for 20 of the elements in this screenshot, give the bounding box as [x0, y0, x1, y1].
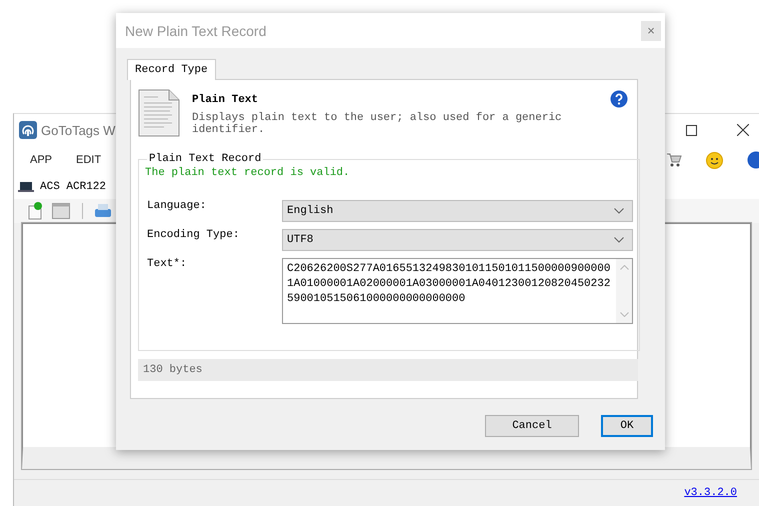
- window-title: GoToTags W: [41, 122, 116, 138]
- validation-message: The plain text record is valid.: [145, 167, 351, 179]
- ok-button[interactable]: OK: [601, 415, 653, 437]
- record-type-description: Displays plain text to the user; also used for a generic identifier.: [192, 112, 563, 136]
- cancel-button[interactable]: Cancel: [485, 415, 579, 437]
- menu-item[interactable]: EDIT: [76, 154, 102, 166]
- record-type-name: Plain Text: [192, 94, 260, 106]
- group-legend: Plain Text Record: [147, 153, 264, 165]
- close-button[interactable]: ×: [641, 20, 661, 40]
- field-label: Encoding Type:: [147, 229, 240, 243]
- tab[interactable]: Record Type: [127, 59, 216, 80]
- dropdown[interactable]: UTF8: [282, 229, 633, 251]
- field-label: Language:: [147, 200, 208, 214]
- field-label: Text*:: [147, 258, 188, 272]
- dialog-title: New Plain Text Record: [125, 22, 268, 38]
- byte-count: 130 bytes: [138, 359, 638, 381]
- menu-item[interactable]: APP: [30, 154, 52, 166]
- dropdown[interactable]: English: [282, 200, 633, 222]
- reader-name[interactable]: ACS ACR122: [40, 180, 106, 192]
- version-link[interactable]: v3.3.2.0: [684, 487, 737, 499]
